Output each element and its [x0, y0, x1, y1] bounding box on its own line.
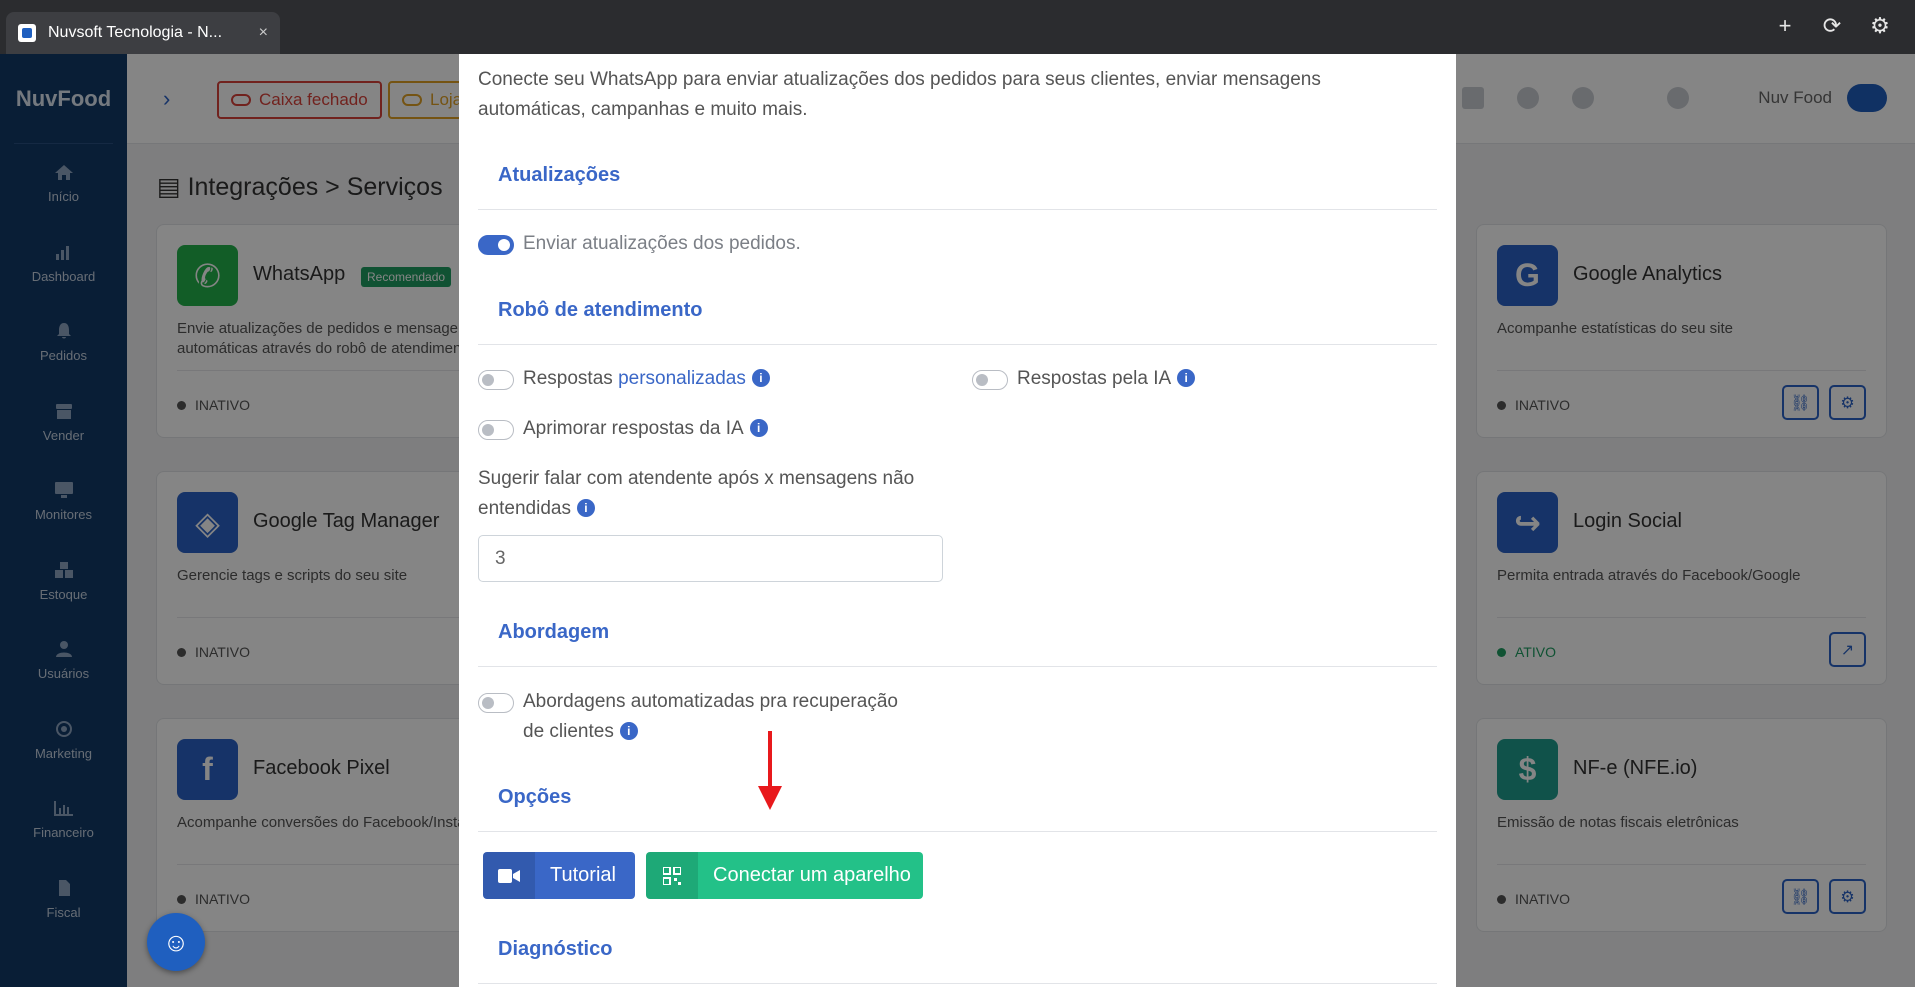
aprimorar-respostas-toggle[interactable] — [478, 420, 514, 440]
section-divider — [478, 344, 1437, 345]
chatbot-robot-icon[interactable]: ☺ — [147, 913, 205, 971]
reload-icon[interactable]: ⟳ — [1818, 12, 1846, 40]
section-title-diagnostico: Diagnóstico — [498, 938, 613, 960]
section-title-atualizacoes: Atualizações — [498, 164, 621, 186]
settings-icon[interactable]: ⚙ — [1866, 12, 1894, 40]
abordagens-automatizadas-toggle[interactable] — [478, 693, 514, 713]
aprimorar-respostas-label: Aprimorar respostas da IA i — [523, 414, 768, 444]
section-divider — [478, 983, 1437, 984]
info-icon[interactable]: i — [619, 722, 638, 740]
annotation-arrow-shaft — [768, 731, 772, 793]
info-icon[interactable]: i — [751, 369, 770, 387]
tab-close-icon[interactable]: × — [259, 24, 268, 42]
respostas-ia-label: Respostas pela IA i — [1017, 364, 1196, 394]
annotation-arrow-head — [758, 786, 782, 810]
personalizadas-link[interactable]: personalizadas — [618, 368, 746, 389]
info-icon[interactable]: i — [749, 419, 768, 437]
section-title-opcoes: Opções — [498, 786, 572, 808]
site-favicon-icon — [18, 24, 36, 42]
section-title-abordagem: Abordagem — [498, 621, 610, 643]
whatsapp-settings-modal: Conecte seu WhatsApp para enviar atualiz… — [459, 54, 1456, 987]
info-icon[interactable]: i — [576, 499, 595, 517]
sugerir-atendente-label: Sugerir falar com atendente após x mensa… — [478, 468, 915, 519]
tutorial-button[interactable]: Tutorial — [483, 852, 635, 899]
modal-intro-text: Conecte seu WhatsApp para enviar atualiz… — [478, 69, 1321, 120]
respostas-ia-toggle[interactable] — [972, 370, 1008, 390]
section-divider — [478, 831, 1437, 832]
qr-code-icon — [646, 852, 698, 899]
section-divider — [478, 209, 1437, 210]
browser-chrome: Nuvsoft Tecnologia - N... × + ⟳ ⚙ — [0, 0, 1915, 54]
sugerir-atendente-input[interactable] — [478, 535, 943, 582]
new-tab-icon[interactable]: + — [1771, 12, 1799, 40]
tutorial-button-label: Tutorial — [550, 864, 616, 886]
conectar-aparelho-label: Conectar um aparelho — [713, 864, 911, 886]
info-icon[interactable]: i — [1177, 369, 1196, 387]
video-camera-icon — [483, 852, 535, 899]
browser-tab[interactable]: Nuvsoft Tecnologia - N... × — [6, 12, 280, 54]
conectar-aparelho-button[interactable]: Conectar um aparelho — [646, 852, 923, 899]
abordagens-automatizadas-label: Abordagens automatizadas pra recuperação… — [523, 691, 898, 742]
enviar-atualizacoes-label: Enviar atualizações dos pedidos. — [523, 233, 801, 254]
tab-title: Nuvsoft Tecnologia - N... — [48, 24, 223, 41]
section-divider — [478, 666, 1437, 667]
respostas-personalizadas-label: Respostas personalizadas i — [523, 364, 770, 394]
section-title-robo: Robô de atendimento — [498, 299, 703, 321]
enviar-atualizacoes-toggle[interactable] — [478, 235, 514, 255]
respostas-personalizadas-toggle[interactable] — [478, 370, 514, 390]
